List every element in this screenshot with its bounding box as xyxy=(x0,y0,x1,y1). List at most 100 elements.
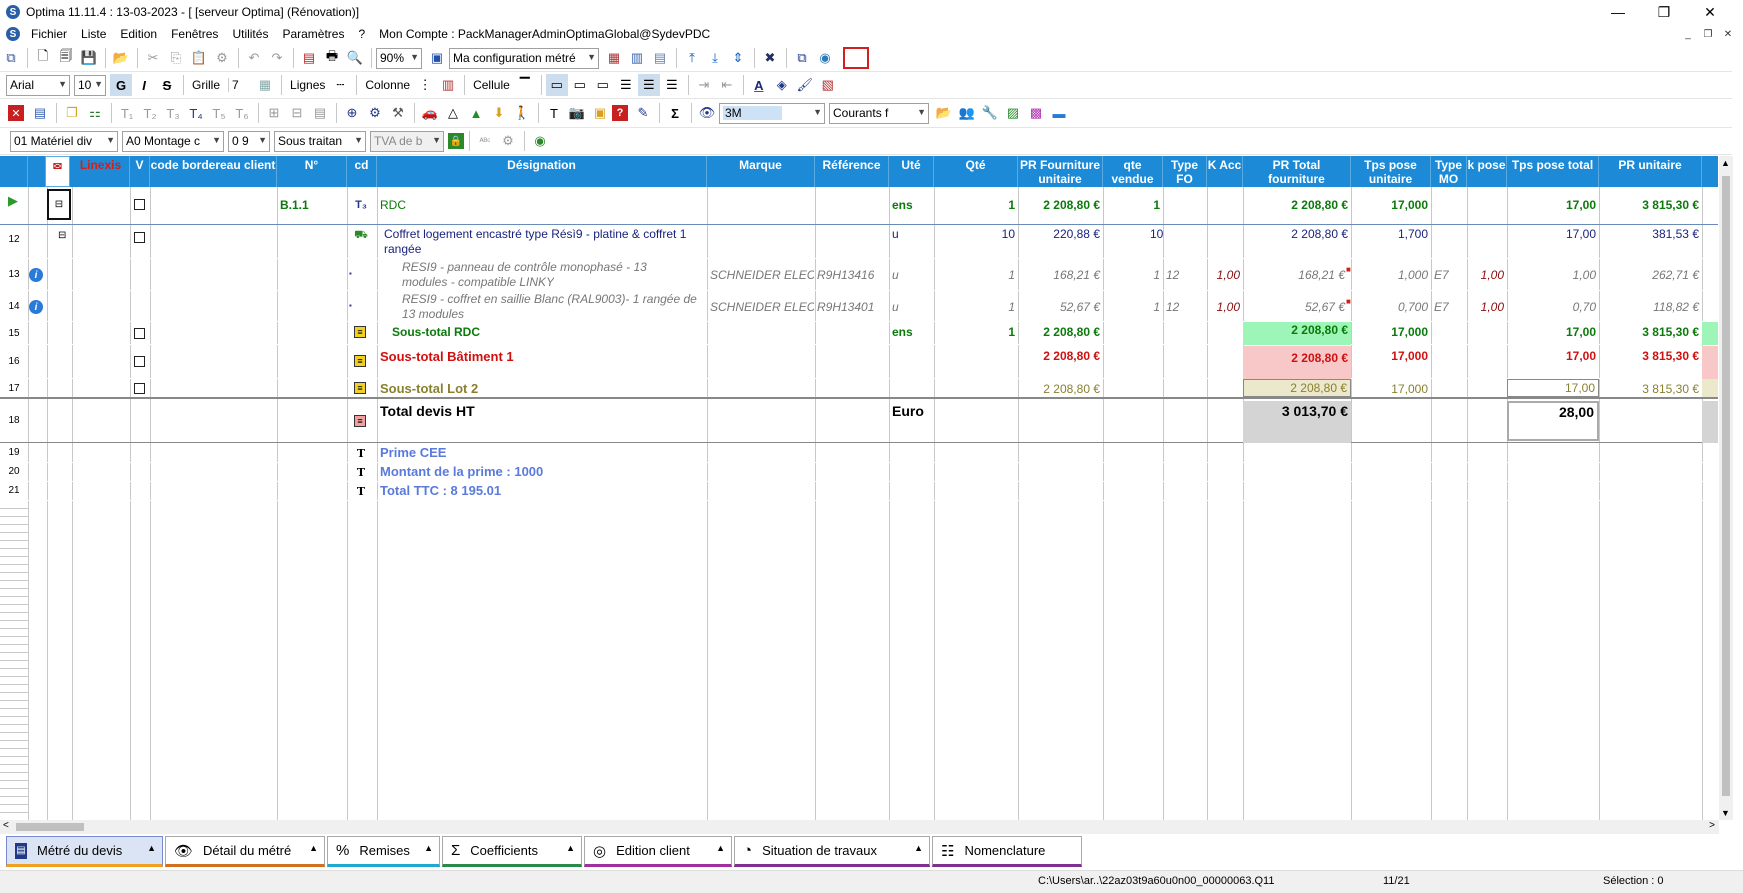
col-marque[interactable]: Marque xyxy=(707,156,815,187)
table-row[interactable]: 16 ≡ Sous-total Bâtiment 1 2 208,80 € 2 … xyxy=(0,346,1718,379)
new-doc-icon[interactable]: 🗋 xyxy=(32,47,54,69)
materiel-select[interactable]: 01 Matériel div ▼ xyxy=(10,130,118,152)
montage-select[interactable]: A0 Montage c ▼ xyxy=(122,130,224,152)
move-updown-icon[interactable]: ⇕ xyxy=(727,47,749,69)
linexis-logo-icon[interactable]: ✉ xyxy=(45,156,70,187)
optima-sync-icon[interactable]: ◉ xyxy=(814,47,836,69)
border-top-icon[interactable]: ▭ xyxy=(545,74,568,96)
tab-edition-client[interactable]: ◎ Edition client ▲ xyxy=(584,836,732,867)
table-row[interactable]: 12 ⊟ ⛟ Coffret logement encastré type Ré… xyxy=(0,226,1718,259)
move-down-icon[interactable]: ⤓ xyxy=(704,47,726,69)
delete-icon[interactable]: ✕ xyxy=(8,105,24,121)
arrow-down-yellow-icon[interactable]: ⬇ xyxy=(488,102,510,124)
config-save-icon[interactable]: ▣ xyxy=(426,47,448,69)
save-icon[interactable]: 💾 xyxy=(78,47,100,69)
col-designation[interactable]: Désignation xyxy=(377,156,707,187)
table-row[interactable]: 14 i ▪ RESI9 - coffret en saillie Blanc … xyxy=(0,291,1718,322)
t5-icon[interactable]: T₅ xyxy=(208,102,230,124)
tools-icon[interactable]: ✖ xyxy=(759,47,781,69)
red-frame-button[interactable] xyxy=(843,47,869,69)
menu-help[interactable]: ? xyxy=(351,24,372,44)
table-row[interactable]: 18 ≡ Total devis HT Euro 3 013,70 € 28,0… xyxy=(0,401,1718,443)
vehicle-icon[interactable]: 🚗 xyxy=(419,102,441,124)
info-icon[interactable]: i xyxy=(29,268,43,282)
mdi-close-icon[interactable]: ✕ xyxy=(1720,27,1736,41)
scroll-left-icon[interactable]: < xyxy=(3,820,9,831)
designation-cell[interactable]: Montant de la prime : 1000 xyxy=(380,464,543,479)
v-checkbox[interactable] xyxy=(134,328,145,339)
col-num[interactable]: N° xyxy=(277,156,347,187)
fourniture-select[interactable]: 3M ▼ xyxy=(719,102,825,124)
col-k-acc[interactable]: K Acc xyxy=(1207,156,1243,187)
close-button[interactable]: ✕ xyxy=(1687,0,1733,24)
align-center-icon[interactable]: ☰ xyxy=(637,74,660,96)
scroll-right-icon[interactable]: > xyxy=(1709,820,1715,831)
text-icon[interactable]: T xyxy=(543,102,565,124)
format-painter-icon[interactable]: 🖌 xyxy=(794,74,816,96)
col-reference[interactable]: Référence xyxy=(815,156,889,187)
tab-situation-de-travaux[interactable]: ◔ Situation de travaux ▲ xyxy=(734,836,930,867)
table-row[interactable]: ▶ ⊟ B.1.1 T₃ RDC ens 1 2 208,80 € 1 2 20… xyxy=(0,187,1718,225)
edit-icon[interactable]: ✎ xyxy=(632,102,654,124)
font-color-icon[interactable]: A xyxy=(748,74,770,96)
italic-button[interactable]: I xyxy=(133,74,155,96)
mechanic-icon[interactable]: 🔧 xyxy=(979,102,1001,124)
t1-icon[interactable]: T₁ xyxy=(116,102,138,124)
mdi-restore-icon[interactable]: ❐ xyxy=(1700,27,1716,41)
add-tool-icon[interactable]: ⚒ xyxy=(387,102,409,124)
undo-icon[interactable]: ↶ xyxy=(243,47,265,69)
table-row[interactable]: 15 ≡ Sous-total RDC ens 1 2 208,80 € 2 2… xyxy=(0,322,1718,345)
font-size-select[interactable]: 10 ▼ xyxy=(74,74,106,96)
outdent-icon[interactable]: ⇤ xyxy=(716,74,738,96)
designation-cell[interactable]: Prime CEE xyxy=(380,445,446,460)
table-row[interactable]: 17 ≡ Sous-total Lot 2 2 208,80 € 2 208,8… xyxy=(0,379,1718,399)
users-icon[interactable]: 👥 xyxy=(956,102,978,124)
designation-cell[interactable]: Sous-total RDC xyxy=(392,325,480,339)
scroll-thumb[interactable] xyxy=(1722,176,1730,796)
insert-below-icon[interactable]: ⊟ xyxy=(286,102,308,124)
windows-cascade-icon[interactable]: ⧉ xyxy=(791,47,813,69)
mdi-minimize-icon[interactable]: _ xyxy=(1680,27,1696,41)
calc-icon[interactable]: ▣ xyxy=(589,102,611,124)
bold-button[interactable]: G xyxy=(110,74,132,96)
menu-fenetres[interactable]: Fenêtres xyxy=(164,24,225,44)
windows-icon[interactable]: ⧉ xyxy=(0,47,22,69)
camera-icon[interactable]: 📷 xyxy=(566,102,588,124)
grid-red-icon[interactable]: ▦ xyxy=(603,47,625,69)
designation-line2[interactable]: rangée xyxy=(384,242,421,256)
add-article-icon[interactable]: ⊕ xyxy=(341,102,363,124)
v-checkbox[interactable] xyxy=(134,356,145,367)
clear-format-icon[interactable]: ▧ xyxy=(817,74,839,96)
col-ute[interactable]: Uté xyxy=(889,156,934,187)
designation-line2[interactable]: modules - compatible LINKY xyxy=(402,275,554,289)
table-row[interactable]: 20 T Montant de la prime : 1000 xyxy=(0,463,1718,482)
tree-icon[interactable]: ⚏ xyxy=(84,102,106,124)
grid-blue-icon[interactable]: ▥ xyxy=(626,47,648,69)
grille-input[interactable]: 7 xyxy=(228,78,250,92)
yellow-green-icon[interactable]: ▨ xyxy=(1002,102,1024,124)
font-select[interactable]: Arial ▼ xyxy=(6,74,70,96)
copy-doc-icon[interactable]: 🗐 xyxy=(55,47,77,69)
border-mid-icon[interactable]: ▭ xyxy=(569,74,591,96)
designation-line1[interactable]: RESI9 - panneau de contrôle monophasé - … xyxy=(402,260,647,274)
sigma-icon[interactable]: Σ xyxy=(664,102,686,124)
sous-traitance-select[interactable]: Sous traitan ▼ xyxy=(274,130,366,152)
scroll-thumb[interactable] xyxy=(16,823,84,831)
settings-gray-icon[interactable]: ⚙ xyxy=(497,130,519,152)
collapse-icon[interactable]: ⊟ xyxy=(58,230,66,241)
menu-account[interactable]: Mon Compte : PackManagerAdminOptimaGloba… xyxy=(372,24,717,44)
print-preview-icon[interactable]: 🔍 xyxy=(344,47,366,69)
cell-style-icon[interactable]: ▔ xyxy=(514,74,536,96)
v-checkbox[interactable] xyxy=(134,383,145,394)
binoculars-icon[interactable]: 👁 xyxy=(696,102,718,124)
t3-icon[interactable]: T₃ xyxy=(162,102,184,124)
designation-cell[interactable]: Sous-total Lot 2 xyxy=(380,381,478,396)
insert-above-icon[interactable]: ⊞ xyxy=(263,102,285,124)
table-row[interactable]: 13 i ▪ RESI9 - panneau de contrôle monop… xyxy=(0,259,1718,291)
column-color-icon[interactable]: ▥ xyxy=(437,74,459,96)
col-type-mo[interactable]: Type MO xyxy=(1431,156,1467,187)
tab-remises[interactable]: % Remises ▲ xyxy=(327,836,440,867)
move-top-icon[interactable]: ⤒ xyxy=(681,47,703,69)
pct-select[interactable]: 0 9 ▼ xyxy=(228,130,270,152)
col-tps-pose-total[interactable]: Tps pose total xyxy=(1507,156,1599,187)
